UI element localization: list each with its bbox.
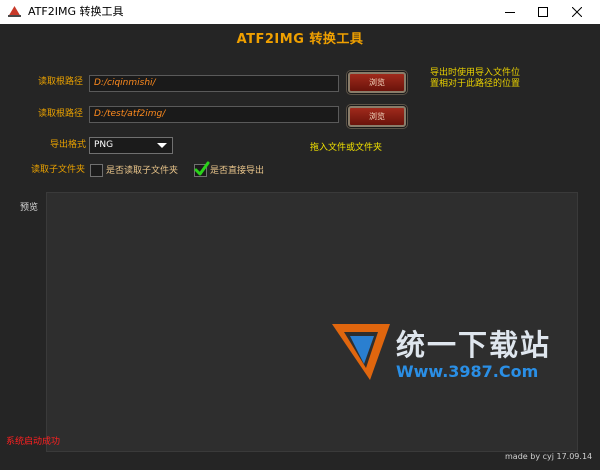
read-path-label-2: 读取根路径	[38, 109, 84, 119]
app-title: ATF2IMG 转换工具	[236, 32, 364, 47]
checkmark-icon	[194, 161, 210, 176]
read-subfolders-label: 是否读取子文件夹	[106, 166, 179, 176]
status-text: 系统启动成功	[6, 437, 61, 447]
close-icon	[572, 7, 582, 17]
export-format-label: 导出格式	[50, 140, 87, 150]
export-note: 导出时使用导入文件位置相对于此路径的位置	[430, 68, 521, 89]
direct-export-checkbox[interactable]	[194, 161, 210, 177]
read-path-input-1[interactable]: D:/ciqinmishi/	[89, 75, 339, 92]
close-button[interactable]	[562, 0, 592, 24]
read-subfolder-label: 读取子文件夹	[31, 165, 86, 175]
watermark-text: 统一下载站	[396, 328, 552, 362]
app-icon	[7, 5, 22, 18]
read-subfolders-checkbox[interactable]	[90, 164, 103, 177]
maximize-icon	[538, 7, 548, 17]
minimize-icon	[505, 12, 515, 13]
browse-button-2[interactable]: 浏览	[348, 106, 406, 127]
chevron-down-icon	[157, 143, 167, 148]
direct-export-label: 是否直接导出	[210, 166, 265, 176]
drag-hint: 拖入文件或文件夹	[310, 143, 383, 153]
watermark-arrow-icon	[332, 324, 390, 380]
export-format-value: PNG	[94, 140, 114, 150]
watermark-url: Www.3987.Com	[396, 362, 539, 381]
window-title: ATF2IMG 转换工具	[28, 5, 124, 18]
export-format-select[interactable]: PNG	[89, 137, 173, 154]
maximize-button[interactable]	[528, 0, 558, 24]
app-window: ATF2IMG 转换工具 读取根路径 D:/ciqinmishi/ 浏览 读取根…	[0, 24, 600, 470]
read-path-label-1: 读取根路径	[38, 77, 84, 87]
title-bar: ATF2IMG 转换工具	[0, 0, 600, 24]
watermark-logo: 统一下载站 Www.3987.Com	[330, 318, 580, 388]
preview-label: 预览	[20, 203, 39, 213]
browse-button-1[interactable]: 浏览	[348, 72, 406, 93]
read-path-input-2[interactable]: D:/test/atf2img/	[89, 106, 339, 123]
minimize-button[interactable]	[495, 0, 525, 24]
credit-text: made by cyj 17.09.14	[505, 452, 593, 461]
